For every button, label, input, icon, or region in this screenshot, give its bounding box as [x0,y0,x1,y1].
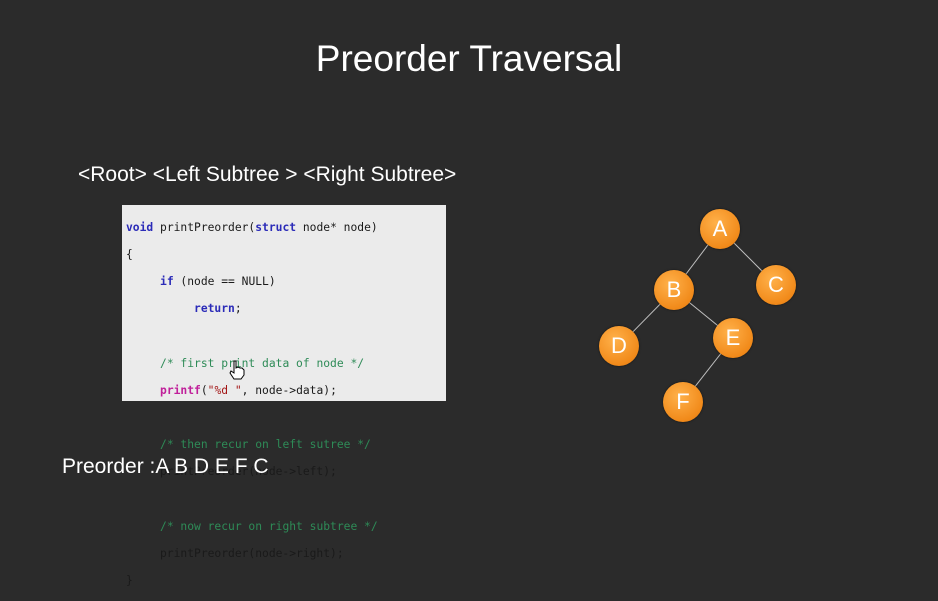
preorder-result: Preorder :A B D E F C [62,455,269,478]
tree-node-c: C [756,265,796,305]
binary-tree-diagram [618,228,777,403]
code-line-9: /* now recur on right subtree */ [126,520,442,534]
tree-node-a: A [700,209,740,249]
tree-node-b: B [654,270,694,310]
code-line-10: printPreorder(node->right); [126,546,344,560]
tree-node-e: E [713,318,753,358]
code-line-11: } [126,574,133,588]
tree-node-f: F [663,382,703,422]
code-comment: /* now recur on right subtree */ [160,519,378,533]
tree-node-d: D [599,326,639,366]
